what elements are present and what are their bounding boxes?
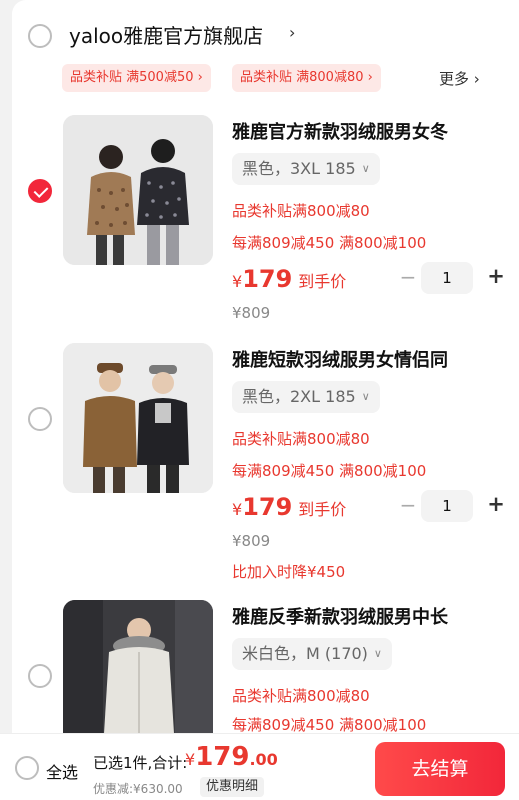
chevron-down-icon: ∨ (361, 162, 370, 175)
price-value: 179 (242, 265, 293, 293)
select-all-label[interactable]: 全选 (46, 759, 78, 783)
quantity-stepper: − 1 + (398, 490, 508, 522)
cart-store-card: yaloo雅鹿官方旗舰店 › 品类补贴 满500减50 › 品类补贴 满800减… (12, 0, 519, 800)
original-price: ¥809 (232, 304, 271, 322)
sku-selector[interactable]: 黑色，3XL 185 ∨ (232, 153, 380, 185)
quantity-input[interactable]: 1 (421, 262, 473, 294)
discount-text: 优惠减:¥630.00 (93, 782, 183, 796)
cart-item: 雅鹿短款羽绒服男女情侣同 黑色，2XL 185 ∨ 品类补贴满800减80 每满8… (12, 343, 519, 588)
sku-label: 米白色，M (170) (242, 644, 368, 663)
product-thumbnail[interactable] (63, 343, 213, 493)
coupon-tag-500[interactable]: 品类补贴 满500减50 › (62, 64, 211, 92)
sku-selector[interactable]: 黑色，2XL 185 ∨ (232, 381, 380, 413)
more-coupons-link[interactable]: 更多 › (439, 68, 480, 89)
coupon-row: 品类补贴 满500减50 › 品类补贴 满800减80 › 更多 › (62, 64, 512, 92)
quantity-input[interactable]: 1 (421, 490, 473, 522)
promo-text: 品类补贴满800减80 (232, 430, 370, 448)
promo-text: 品类补贴满800减80 (232, 202, 370, 220)
coupon-tag-800[interactable]: 品类补贴 满800减80 › (232, 64, 381, 92)
item-select-checkbox[interactable] (28, 407, 52, 431)
price-symbol: ¥ (232, 500, 243, 519)
total-integer: 179 (195, 742, 250, 772)
price-value: 179 (242, 493, 293, 521)
item-select-checkbox[interactable] (28, 179, 52, 203)
product-thumbnail[interactable] (63, 115, 213, 265)
product-title[interactable]: 雅鹿官方新款羽绒服男女冬 (232, 118, 448, 144)
sku-label: 黑色，2XL 185 (242, 387, 356, 406)
price-tag: 到手价 (298, 272, 347, 291)
total-decimal: .00 (249, 750, 278, 769)
sku-selector[interactable]: 米白色，M (170) ∨ (232, 638, 392, 670)
store-header: yaloo雅鹿官方旗舰店 › (12, 0, 519, 60)
store-select-checkbox[interactable] (28, 24, 52, 48)
promo-text: 每满809减450 满800减100 (232, 462, 427, 480)
increase-button[interactable]: + (486, 264, 506, 288)
checkout-bar: 全选 已选1件,合计: ¥179.00 优惠减:¥630.00 优惠明细 去结算 (0, 733, 519, 800)
promo-text: 品类补贴满800减80 (232, 687, 370, 705)
decrease-button[interactable]: − (398, 265, 418, 289)
chevron-right-icon[interactable]: › (289, 23, 295, 42)
increase-button[interactable]: + (486, 492, 506, 516)
cart-item: 雅鹿官方新款羽绒服男女冬 黑色，3XL 185 ∨ 品类补贴满800减80 每满8… (12, 115, 519, 330)
checkout-button[interactable]: 去结算 (375, 742, 505, 796)
promo-text: 每满809减450 满800减100 (232, 234, 427, 252)
item-select-checkbox[interactable] (28, 664, 52, 688)
product-title[interactable]: 雅鹿短款羽绒服男女情侣同 (232, 346, 448, 372)
selection-summary: 已选1件,合计: (93, 754, 188, 772)
product-title[interactable]: 雅鹿反季新款羽绒服男中长 (232, 603, 448, 629)
sku-label: 黑色，3XL 185 (242, 159, 356, 178)
store-name[interactable]: yaloo雅鹿官方旗舰店 (69, 20, 263, 49)
total-symbol: ¥ (185, 750, 196, 769)
quantity-stepper: − 1 + (398, 262, 508, 294)
total-price: ¥179.00 (185, 742, 278, 772)
promo-text: 每满809减450 满800减100 (232, 716, 427, 733)
original-price: ¥809 (232, 532, 271, 550)
cart-item: 雅鹿反季新款羽绒服男中长 米白色，M (170) ∨ 品类补贴满800减80 每满… (12, 600, 519, 733)
discount-detail-button[interactable]: 优惠明细 (200, 777, 265, 797)
chevron-down-icon: ∨ (361, 390, 370, 403)
chevron-down-icon: ∨ (373, 647, 382, 660)
price-drop-note: 比加入时降¥450 (232, 563, 346, 581)
decrease-button[interactable]: − (398, 493, 418, 517)
price-row: ¥179 到手价 (232, 493, 346, 521)
product-thumbnail[interactable] (63, 600, 213, 733)
price-row: ¥179 到手价 (232, 265, 346, 293)
price-tag: 到手价 (298, 500, 347, 519)
select-all-checkbox[interactable] (15, 756, 39, 780)
price-symbol: ¥ (232, 272, 243, 291)
